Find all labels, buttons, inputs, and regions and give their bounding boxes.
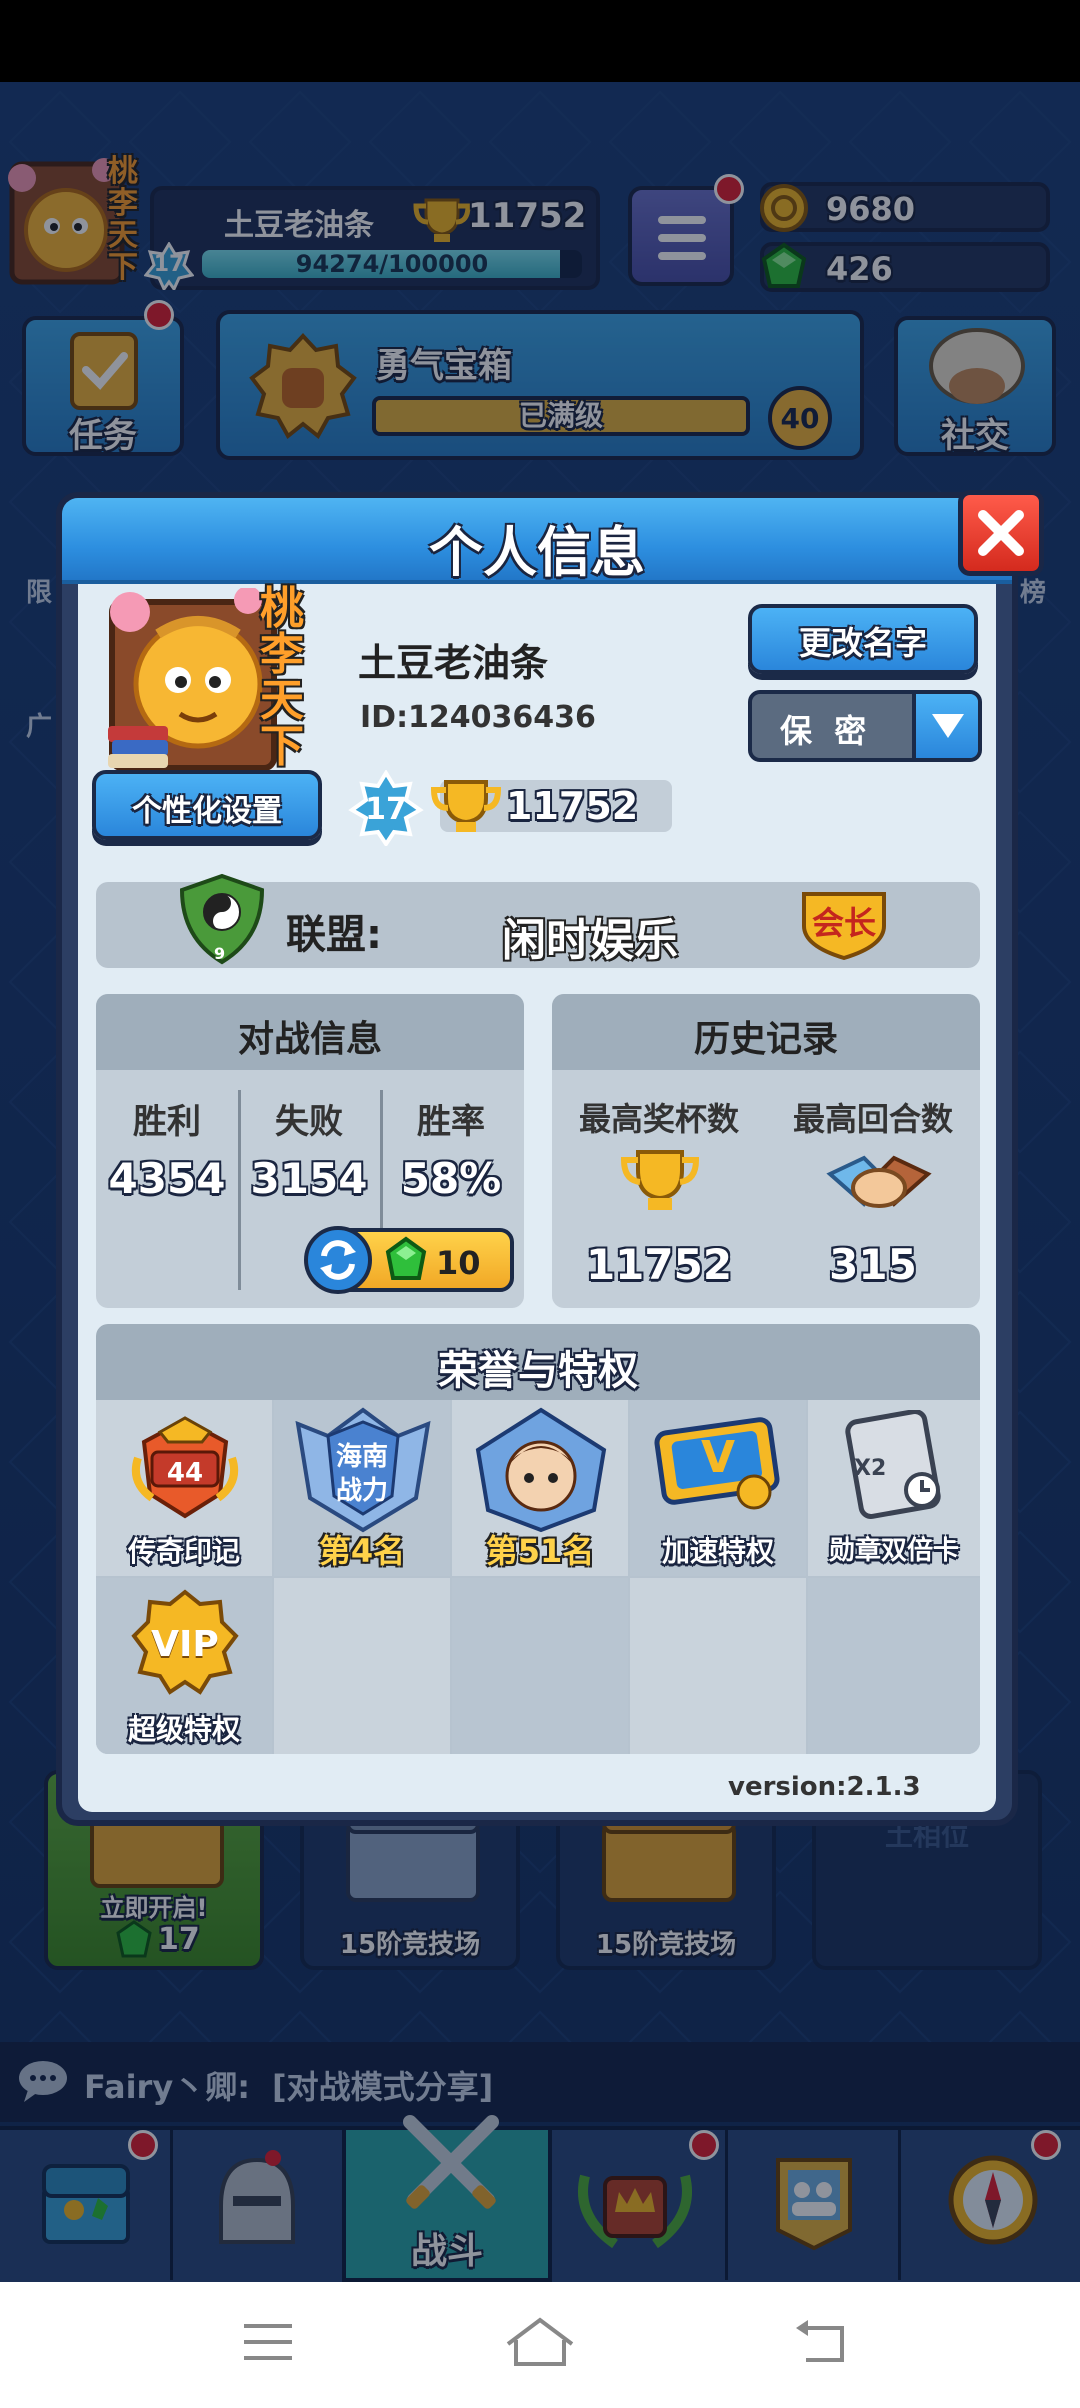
honor-label-2: 第4名 [318,1532,406,1570]
personalize-label: 个性化设置 [132,794,282,829]
history-trophy-icon [620,1150,700,1210]
profile-level-badge: 17 [348,769,424,848]
history-header: 历史记录 [552,994,980,1070]
rate-label: 胜率 [417,1102,485,1142]
alliance-role-badge: 会长 [798,886,890,961]
honor-cell-empty-4 [808,1578,980,1754]
double-card-text: X2 [854,1456,887,1481]
gem-cost-icon [385,1236,427,1280]
honor-cell-2[interactable]: 海南 战力 第4名 [274,1400,450,1576]
loss-label: 失败 [275,1102,343,1142]
profile-name: 土豆老油条 [358,641,549,685]
alliance-role: 会长 [811,904,876,942]
alliance-label: 联盟: [286,912,382,958]
close-icon [978,510,1024,556]
alliance-name: 闲时娱乐 [502,915,678,966]
win-label: 胜利 [133,1102,201,1142]
max-trophy-label: 最高奖杯数 [578,1100,739,1138]
max-round-label: 最高回合数 [792,1100,953,1138]
handshake-icon [826,1155,932,1208]
honor-cell-6[interactable]: VIP 超级特权 [96,1578,272,1754]
profile-modal: 个人信息 桃李天下 土豆老油条 ID:124036436 更改名字 保 密 个性… [56,490,1044,1826]
rename-label: 更改名字 [798,624,927,662]
modal-title-bar: 个人信息 [62,498,1012,584]
recent-apps-icon[interactable] [240,2320,296,2364]
privacy-dropdown[interactable]: 保 密 [748,690,982,762]
honor-title: 荣誉与特权 [438,1348,638,1394]
profile-level-text: 17 [365,792,407,827]
personalize-button[interactable]: 个性化设置 [92,770,322,840]
honor-header: 荣誉与特权 [96,1324,980,1400]
honor-label-5: 勋章双倍卡 [828,1536,959,1566]
honor-panel: 荣誉与特权 44 传奇印记 海南 战力 第4名 第51名 V 加速特权 X2 勋… [96,1324,980,1754]
rate-value: 58% [400,1154,502,1203]
honor-cell-empty-1 [274,1578,450,1754]
rename-button[interactable]: 更改名字 [748,604,978,674]
history-title: 历史记录 [693,1019,838,1060]
status-bar [0,0,1080,82]
privacy-dropdown-toggle[interactable] [912,694,978,758]
honor-label-3: 第51名 [485,1532,595,1570]
system-nav-bar [0,2282,1080,2408]
close-button[interactable] [958,490,1044,576]
honor-cell-empty-2 [452,1578,628,1754]
speed-card-letter: V [700,1432,736,1483]
honor-label-4: 加速特权 [661,1535,774,1568]
legend-mark-number: 44 [166,1458,204,1488]
privacy-label: 保 密 [780,712,867,750]
profile-avatar[interactable]: 桃李天下 [98,583,338,778]
battle-info-header: 对战信息 [96,994,524,1070]
reset-cost: 10 [436,1244,481,1282]
wins-value: 4354 [108,1154,226,1203]
version-text: version:2.1.3 [728,1772,921,1802]
honor-cell-1[interactable]: 44 传奇印记 [96,1400,272,1576]
honor-cell-3[interactable]: 第51名 [452,1400,628,1576]
rank-portrait-badge-icon [475,1407,607,1533]
battle-info-title: 对战信息 [237,1019,382,1060]
vip-badge-text: VIP [151,1624,219,1665]
profile-trophy-box: 11752 [430,780,672,832]
honor-label-1: 传奇印记 [127,1535,240,1568]
profile-avatar-title-text: 桃李天下 [260,583,304,772]
refresh-icon [304,1226,372,1294]
reset-stats-button[interactable]: 10 [304,1226,514,1294]
modal-body: 桃李天下 土豆老油条 ID:124036436 更改名字 保 密 个性化设置 1… [78,584,996,1812]
history-panel: 历史记录 最高奖杯数 最高回合数 11752 315 [552,994,980,1308]
honor-cell-4[interactable]: V 加速特权 [630,1400,806,1576]
max-trophy-value: 11752 [585,1240,733,1289]
battle-info-panel: 对战信息 胜利 失败 胜率 4354 3154 58% 10 [96,994,524,1308]
profile-trophy-icon [430,780,502,832]
chevron-down-icon [932,714,964,738]
alliance-row[interactable]: 9 联盟: 闲时娱乐 会长 [96,873,980,968]
honor-cell-5[interactable]: X2 勋章双倍卡 [808,1400,980,1576]
profile-trophies: 11752 [506,784,639,828]
profile-id: ID:124036436 [360,700,596,735]
max-round-value: 315 [829,1240,917,1289]
modal-title: 个人信息 [429,521,645,584]
honor-label-6: 超级特权 [127,1713,240,1746]
alliance-level: 9 [214,944,226,963]
back-icon[interactable] [794,2318,850,2366]
honor-cell-empty-3 [630,1578,806,1754]
region-badge-line1: 海南 [335,1442,388,1472]
losses-value: 3154 [250,1154,368,1203]
home-icon[interactable] [502,2316,578,2368]
region-badge-line2: 战力 [335,1476,388,1506]
